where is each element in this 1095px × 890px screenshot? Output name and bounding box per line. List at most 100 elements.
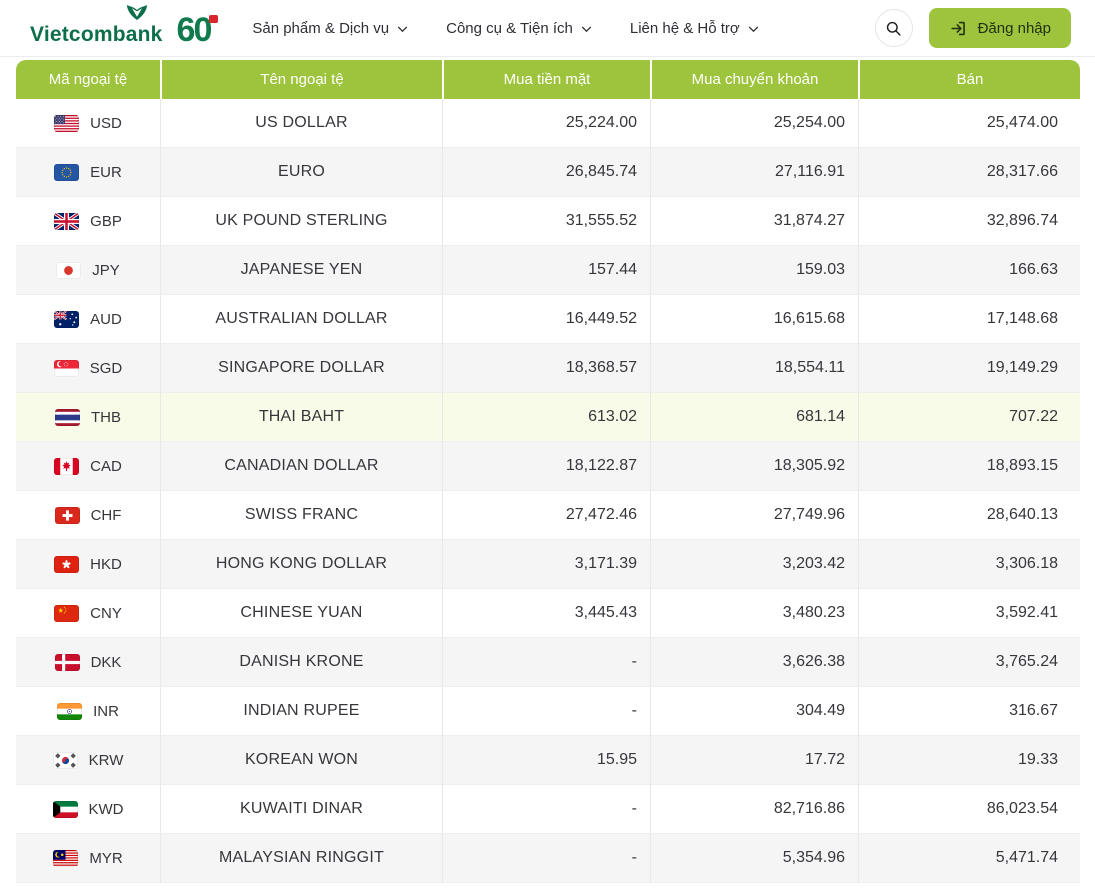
table-row-myr[interactable]: MYR MALAYSIAN RINGGIT - 5,354.96 5,471.7…: [16, 834, 1080, 883]
sell-rate: 17,148.68: [858, 295, 1080, 344]
currency-name: INDIAN RUPEE: [160, 687, 442, 736]
inr-flag-icon: [57, 702, 83, 720]
chevron-down-icon: [748, 26, 758, 32]
transfer-buy-rate: 16,615.68: [650, 295, 858, 344]
table-row-inr[interactable]: INR INDIAN RUPEE - 304.49 316.67: [16, 687, 1080, 736]
currency-code: EUR: [90, 163, 122, 181]
kwd-flag-icon: [52, 800, 78, 818]
cash-buy-rate: 26,845.74: [442, 148, 650, 197]
currency-code: GBP: [90, 212, 122, 230]
brand-wordmark: Vietcombank: [30, 23, 163, 46]
table-row-cad[interactable]: CAD CANADIAN DOLLAR 18,122.87 18,305.92 …: [16, 442, 1080, 491]
exchange-rate-table: Mã ngoại tệ Tên ngoại tệ Mua tiền mặt Mu…: [16, 60, 1080, 883]
transfer-buy-rate: 31,874.27: [650, 197, 858, 246]
top-navbar: Vietcombank 60 Sản phẩm & Dịch vụ Công c…: [0, 0, 1095, 57]
cash-buy-rate: 18,368.57: [442, 344, 650, 393]
cash-buy-rate: 15.95: [442, 736, 650, 785]
vietcombank-emblem-icon: [125, 5, 149, 26]
nav-item-tools-utilities[interactable]: Công cụ & Tiện ích: [446, 20, 592, 37]
table-row-aud[interactable]: AUD AUSTRALIAN DOLLAR 16,449.52 16,615.6…: [16, 295, 1080, 344]
cash-buy-rate: -: [442, 834, 650, 883]
currency-code: CAD: [90, 457, 122, 475]
table-row-thb[interactable]: THB THAI BAHT 613.02 681.14 707.22: [16, 393, 1080, 442]
table-row-sgd[interactable]: SGD SINGAPORE DOLLAR 18,368.57 18,554.11…: [16, 344, 1080, 393]
table-row-cny[interactable]: CNY CHINESE YUAN 3,445.43 3,480.23 3,592…: [16, 589, 1080, 638]
cash-buy-rate: 31,555.52: [442, 197, 650, 246]
currency-name: KUWAITI DINAR: [160, 785, 442, 834]
thb-flag-icon: [55, 408, 80, 426]
sell-rate: 28,317.66: [858, 148, 1080, 197]
cad-flag-icon: [54, 457, 80, 475]
currency-name: CHINESE YUAN: [160, 589, 442, 638]
currency-code: THB: [91, 408, 121, 426]
sell-rate: 86,023.54: [858, 785, 1080, 834]
eur-flag-icon: [54, 163, 80, 181]
table-row-gbp[interactable]: GBP UK POUND STERLING 31,555.52 31,874.2…: [16, 197, 1080, 246]
currency-name: US DOLLAR: [160, 99, 442, 148]
cash-buy-rate: 613.02: [442, 393, 650, 442]
nav-item-products-services[interactable]: Sản phẩm & Dịch vụ: [252, 20, 408, 37]
transfer-buy-rate: 3,626.38: [650, 638, 858, 687]
sell-rate: 3,765.24: [858, 638, 1080, 687]
table-header-row: Mã ngoại tệ Tên ngoại tệ Mua tiền mặt Mu…: [16, 60, 1080, 99]
table-row-chf[interactable]: CHF SWISS FRANC 27,472.46 27,749.96 28,6…: [16, 491, 1080, 540]
cash-buy-rate: 18,122.87: [442, 442, 650, 491]
table-row-jpy[interactable]: JPY JAPANESE YEN 157.44 159.03 166.63: [16, 246, 1080, 295]
vietcombank-logo[interactable]: Vietcombank 60: [30, 5, 219, 47]
anniversary-60-logo: 60: [177, 13, 219, 47]
currency-code: JPY: [92, 261, 120, 279]
main-nav: Sản phẩm & Dịch vụ Công cụ & Tiện ích Li…: [252, 20, 758, 37]
currency-name: EURO: [160, 148, 442, 197]
cash-buy-rate: -: [442, 687, 650, 736]
table-row-dkk[interactable]: DKK DANISH KRONE - 3,626.38 3,765.24: [16, 638, 1080, 687]
transfer-buy-rate: 3,203.42: [650, 540, 858, 589]
currency-name: UK POUND STERLING: [160, 197, 442, 246]
transfer-buy-rate: 25,254.00: [650, 99, 858, 148]
chevron-down-icon: [581, 26, 591, 32]
chf-flag-icon: [54, 506, 80, 524]
cash-buy-rate: -: [442, 785, 650, 834]
transfer-buy-rate: 5,354.96: [650, 834, 858, 883]
currency-code: DKK: [90, 653, 122, 671]
transfer-buy-rate: 304.49: [650, 687, 858, 736]
nav-item-contact-support[interactable]: Liên hệ & Hỗ trợ: [630, 20, 759, 37]
cash-buy-rate: 16,449.52: [442, 295, 650, 344]
sell-rate: 166.63: [858, 246, 1080, 295]
gbp-flag-icon: [54, 212, 80, 230]
table-row-kwd[interactable]: KWD KUWAITI DINAR - 82,716.86 86,023.54: [16, 785, 1080, 834]
col-header-currency-code: Mã ngoại tệ: [16, 60, 160, 99]
currency-name: HONG KONG DOLLAR: [160, 540, 442, 589]
sell-rate: 316.67: [858, 687, 1080, 736]
currency-code: SGD: [89, 359, 123, 377]
currency-name: CANADIAN DOLLAR: [160, 442, 442, 491]
transfer-buy-rate: 159.03: [650, 246, 858, 295]
search-icon: [886, 21, 901, 36]
sgd-flag-icon: [53, 359, 79, 377]
currency-code: HKD: [90, 555, 122, 573]
search-button[interactable]: [874, 9, 913, 47]
cash-buy-rate: 3,445.43: [442, 589, 650, 638]
login-button[interactable]: Đăng nhập: [928, 8, 1071, 48]
sell-rate: 3,592.41: [858, 589, 1080, 638]
currency-code: CNY: [90, 604, 122, 622]
currency-code: USD: [90, 114, 122, 132]
sell-rate: 18,893.15: [858, 442, 1080, 491]
sell-rate: 19,149.29: [858, 344, 1080, 393]
transfer-buy-rate: 27,116.91: [650, 148, 858, 197]
cash-buy-rate: 27,472.46: [442, 491, 650, 540]
currency-code: MYR: [89, 849, 123, 867]
cny-flag-icon: [54, 604, 80, 622]
table-row-krw[interactable]: KRW KOREAN WON 15.95 17.72 19.33: [16, 736, 1080, 785]
table-row-usd[interactable]: USD US DOLLAR 25,224.00 25,254.00 25,474…: [16, 99, 1080, 148]
transfer-buy-rate: 17.72: [650, 736, 858, 785]
aud-flag-icon: [54, 310, 80, 328]
currency-name: AUSTRALIAN DOLLAR: [160, 295, 442, 344]
transfer-buy-rate: 3,480.23: [650, 589, 858, 638]
table-row-hkd[interactable]: HKD HONG KONG DOLLAR 3,171.39 3,203.42 3…: [16, 540, 1080, 589]
transfer-buy-rate: 681.14: [650, 393, 858, 442]
currency-name: SINGAPORE DOLLAR: [160, 344, 442, 393]
table-row-eur[interactable]: EUR EURO 26,845.74 27,116.91 28,317.66: [16, 148, 1080, 197]
login-icon: [950, 21, 965, 35]
currency-name: DANISH KRONE: [160, 638, 442, 687]
transfer-buy-rate: 18,305.92: [650, 442, 858, 491]
